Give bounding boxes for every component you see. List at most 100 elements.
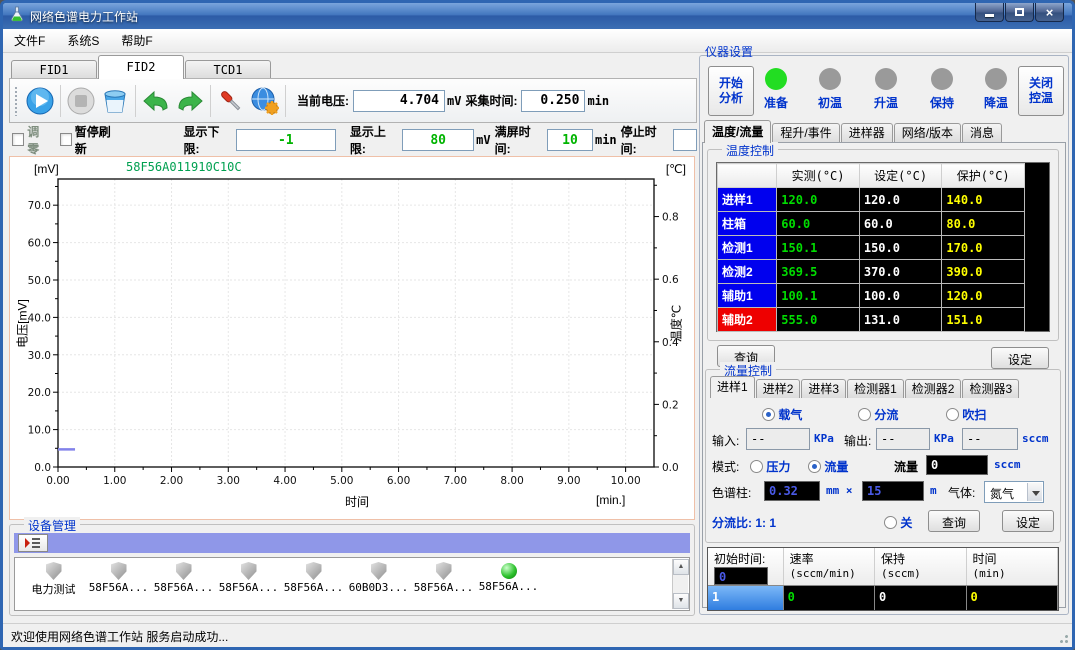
undo-button[interactable] bbox=[139, 84, 173, 118]
menu-file[interactable]: 文件F bbox=[3, 29, 56, 52]
voltage-field: 4.704 bbox=[353, 90, 445, 112]
flow-tab-inlet1[interactable]: 进样1 bbox=[710, 376, 755, 398]
program-row-1[interactable]: 1 0 0 0 bbox=[708, 586, 1058, 610]
flow-program-table: 初始时间: 0 速率(sccm/min) 保持(sccm) 时间(min) bbox=[707, 547, 1059, 611]
temp-row-detector2[interactable]: 检测2 369.5 370.0 390.0 bbox=[718, 260, 1025, 284]
tab-injector[interactable]: 进样器 bbox=[841, 123, 893, 143]
temp-row-inlet1[interactable]: 进样1 120.0 120.0 140.0 bbox=[718, 188, 1025, 212]
svg-text:20.0: 20.0 bbox=[28, 387, 51, 399]
pressure-mode-radio[interactable] bbox=[750, 460, 763, 473]
flow-tab-detector3[interactable]: 检测器3 bbox=[962, 379, 1019, 398]
zero-label: 调零 bbox=[27, 123, 49, 157]
device-item[interactable]: 电力测试 bbox=[21, 561, 86, 610]
lower-limit-input[interactable] bbox=[236, 129, 336, 151]
initial-time-field[interactable]: 0 bbox=[714, 567, 768, 585]
device-list: 电力测试 58F56A... 58F56A... 58F56A... 58F56… bbox=[14, 557, 690, 611]
stop-time-input[interactable] bbox=[673, 129, 697, 151]
time-column-header: 时间(min) bbox=[967, 548, 1058, 585]
device-item[interactable]: 58F56A... bbox=[476, 561, 541, 610]
temp-row-aux2[interactable]: 辅助2 555.0 131.0 151.0 bbox=[718, 308, 1025, 332]
cooldown-light-icon bbox=[985, 68, 1007, 90]
column-id-field[interactable]: 0.32 bbox=[764, 481, 820, 501]
menu-system[interactable]: 系统S bbox=[56, 29, 110, 52]
device-list-button[interactable] bbox=[18, 534, 48, 552]
acquisition-toolbar: 当前电压: 4.704 mV 采集时间: 0.250 min bbox=[9, 78, 697, 123]
device-list-scrollbar[interactable]: ▲ ▼ bbox=[672, 559, 688, 609]
zero-checkbox[interactable] bbox=[12, 133, 24, 146]
output-pressure-field[interactable]: -- bbox=[876, 428, 930, 450]
temp-row-aux1[interactable]: 辅助1 100.1 100.0 120.0 bbox=[718, 284, 1025, 308]
start-analysis-button[interactable]: 开始 分析 bbox=[708, 66, 754, 116]
flow-value-field[interactable]: 0 bbox=[926, 455, 988, 475]
tools-button[interactable] bbox=[214, 84, 248, 118]
tab-fid1[interactable]: FID1 bbox=[11, 60, 97, 79]
device-item[interactable]: 60B0D3... bbox=[346, 561, 411, 610]
device-item[interactable]: 58F56A... bbox=[411, 561, 476, 610]
device-item[interactable]: 58F56A... bbox=[281, 561, 346, 610]
tab-tcd1[interactable]: TCD1 bbox=[185, 60, 271, 79]
device-item[interactable]: 58F56A... bbox=[86, 561, 151, 610]
output-flow-field[interactable]: -- bbox=[962, 428, 1018, 450]
scroll-up-icon[interactable]: ▲ bbox=[673, 559, 689, 575]
flow-tab-detector2[interactable]: 检测器2 bbox=[905, 379, 962, 398]
list-arrow-icon bbox=[25, 537, 41, 549]
scroll-down-icon[interactable]: ▼ bbox=[673, 593, 689, 609]
pause-refresh-label: 暂停刷新 bbox=[75, 123, 120, 157]
toolbar-grip[interactable] bbox=[14, 86, 19, 116]
purge-radio[interactable] bbox=[946, 408, 959, 421]
gas-select[interactable]: 氮气 bbox=[984, 481, 1044, 503]
initial-time-cell: 初始时间: 0 bbox=[708, 548, 784, 585]
menu-help[interactable]: 帮助F bbox=[110, 29, 163, 52]
clear-bucket-button[interactable] bbox=[98, 84, 132, 118]
close-icon: × bbox=[1046, 6, 1054, 19]
column-length-field[interactable]: 15 bbox=[862, 481, 924, 501]
minimize-button[interactable] bbox=[975, 3, 1004, 22]
voltage-unit: mV bbox=[447, 94, 461, 108]
screwdriver-icon bbox=[217, 87, 245, 115]
device-item[interactable]: 58F56A... bbox=[216, 561, 281, 610]
network-settings-button[interactable] bbox=[248, 84, 282, 118]
close-temp-control-button[interactable]: 关闭 控温 bbox=[1018, 66, 1064, 116]
fullscreen-time-unit: min bbox=[595, 133, 617, 147]
chevron-down-icon bbox=[1027, 483, 1042, 501]
tab-messages[interactable]: 消息 bbox=[962, 123, 1002, 143]
status-light-initial-temp: 初温 bbox=[806, 68, 854, 111]
resize-grip-icon[interactable] bbox=[1057, 632, 1069, 644]
temp-row-detector1[interactable]: 检测1 150.1 150.0 170.0 bbox=[718, 236, 1025, 260]
temp-row-oven[interactable]: 柱箱 60.0 60.0 80.0 bbox=[718, 212, 1025, 236]
flow-set-button[interactable]: 设定 bbox=[1002, 510, 1054, 532]
carrier-gas-radio[interactable] bbox=[762, 408, 775, 421]
chromatogram-chart: 0.010.020.030.040.050.060.070.00.00.20.4… bbox=[9, 156, 695, 520]
title-bar: 网络色谱电力工作站 × bbox=[3, 3, 1072, 29]
tab-fid2[interactable]: FID2 bbox=[98, 55, 184, 79]
tab-program-events[interactable]: 程升/事件 bbox=[772, 123, 839, 143]
flow-control-group: 流量控制 进样1 进样2 进样3 检测器1 检测器2 检测器3 载气 分流 bbox=[705, 369, 1061, 543]
device-item[interactable]: 58F56A... bbox=[151, 561, 216, 610]
main-body: FID1 FID2 TCD1 bbox=[3, 53, 1072, 623]
flow-query-button[interactable]: 查询 bbox=[928, 510, 980, 532]
redo-button[interactable] bbox=[173, 84, 207, 118]
pause-refresh-checkbox[interactable] bbox=[60, 133, 72, 146]
upper-limit-input[interactable] bbox=[402, 129, 474, 151]
flow-tab-detector1[interactable]: 检测器1 bbox=[847, 379, 904, 398]
menu-bar: 文件F 系统S 帮助F bbox=[3, 29, 1072, 53]
device-shield-icon bbox=[241, 562, 257, 580]
tab-network-version[interactable]: 网络/版本 bbox=[894, 123, 961, 143]
gas-label: 气体: bbox=[948, 484, 975, 501]
flow-mode-radio[interactable] bbox=[808, 460, 821, 473]
acq-time-label: 采集时间: bbox=[465, 92, 517, 109]
split-radio[interactable] bbox=[858, 408, 871, 421]
stop-acquisition-button[interactable] bbox=[64, 84, 98, 118]
input-pressure-field[interactable]: -- bbox=[746, 428, 810, 450]
maximize-button[interactable] bbox=[1005, 3, 1034, 22]
close-button[interactable]: × bbox=[1035, 3, 1064, 22]
device-shield-icon bbox=[306, 562, 322, 580]
start-acquisition-button[interactable] bbox=[23, 84, 57, 118]
tab-temp-flow[interactable]: 温度/流量 bbox=[704, 120, 771, 143]
flow-tab-inlet2[interactable]: 进样2 bbox=[756, 379, 801, 398]
split-off-radio[interactable] bbox=[884, 516, 897, 529]
flow-tab-inlet3[interactable]: 进样3 bbox=[801, 379, 846, 398]
svg-text:8.00: 8.00 bbox=[500, 475, 523, 487]
fullscreen-time-input[interactable] bbox=[547, 129, 593, 151]
temp-set-button[interactable]: 设定 bbox=[991, 347, 1049, 369]
